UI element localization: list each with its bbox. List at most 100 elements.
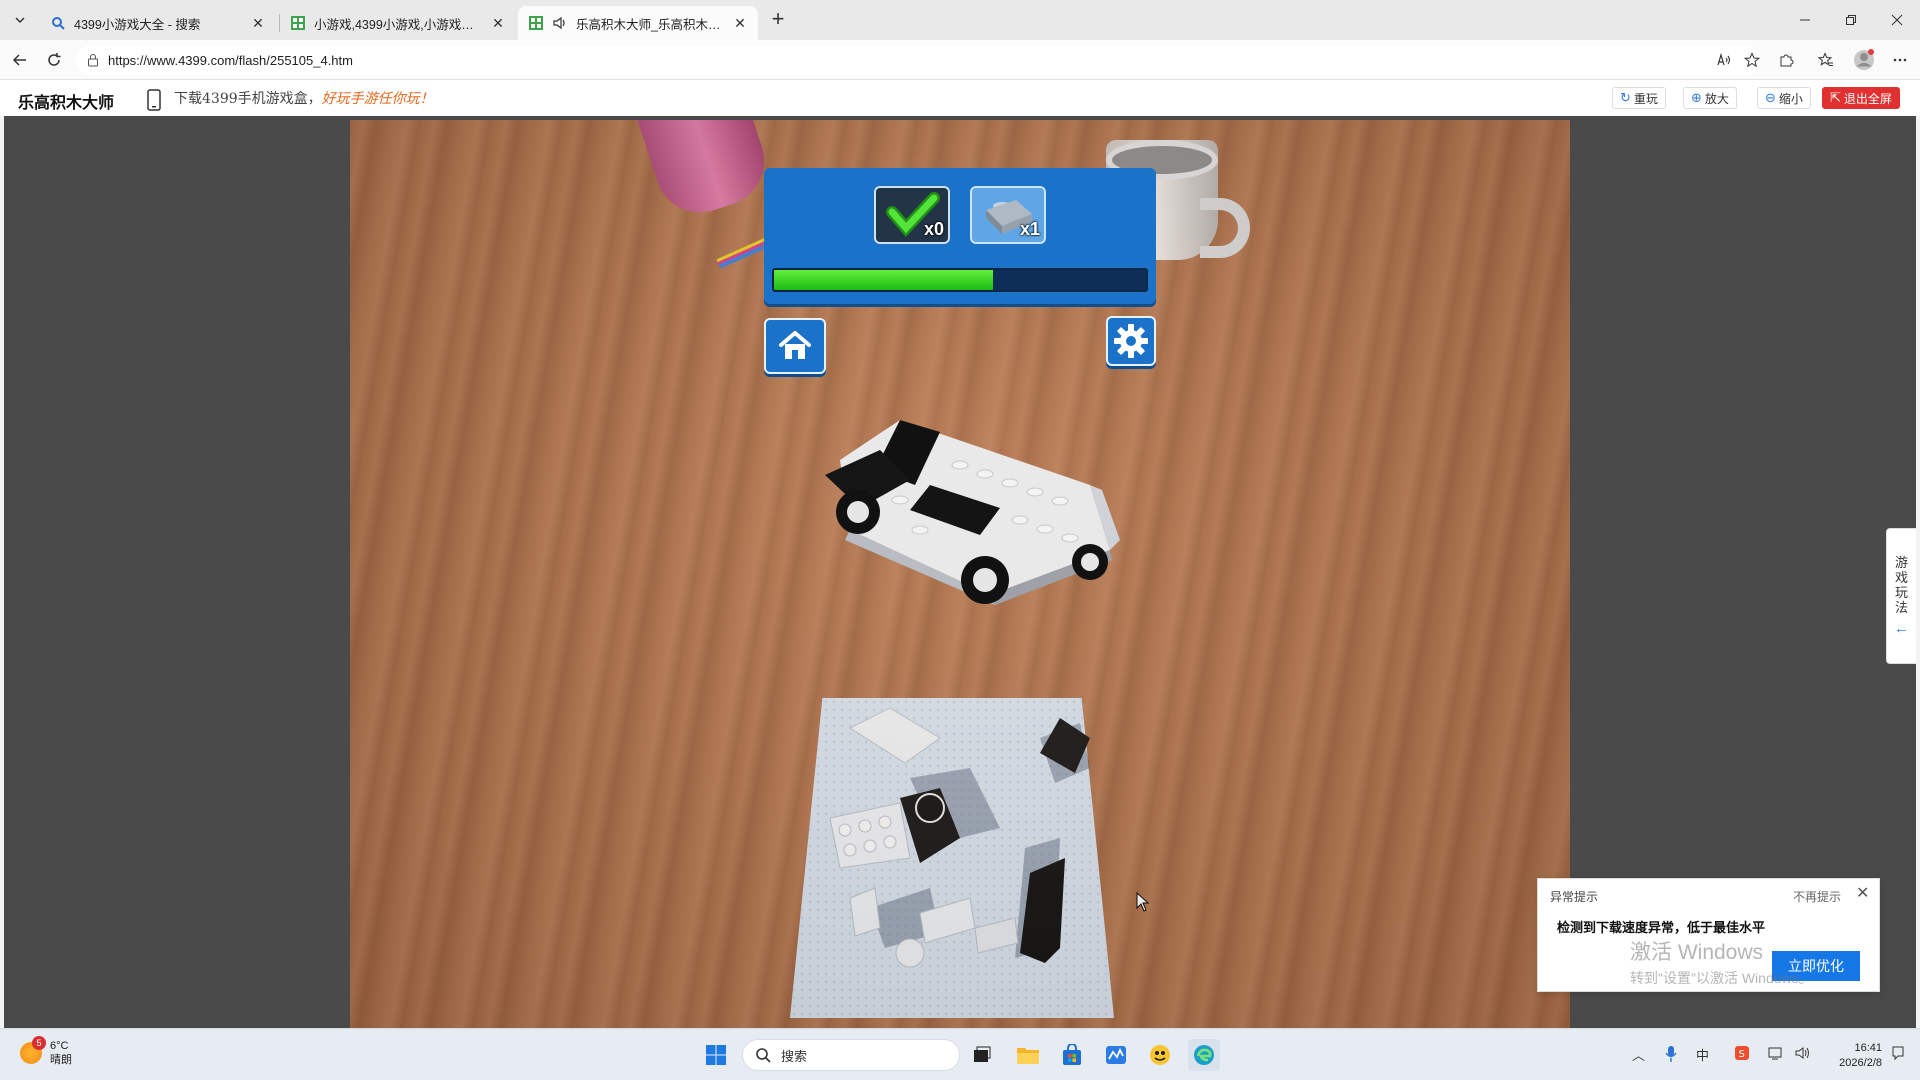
address-bar[interactable]: https://www.4399.com/flash/255105_4.htm xyxy=(76,45,1760,75)
zoom-in-button[interactable]: ⊕ 放大 xyxy=(1683,87,1737,109)
zoom-out-icon: ⊖ xyxy=(1765,90,1776,105)
loose-bricks[interactable] xyxy=(790,698,1114,1018)
favorite-button[interactable] xyxy=(1740,48,1764,72)
profile-button[interactable] xyxy=(1852,48,1876,72)
taskbar-search[interactable]: 搜索 xyxy=(742,1039,960,1071)
exit-fullscreen-label: 退出全屏 xyxy=(1843,91,1892,106)
tab-lego-game[interactable]: 乐高积木大师_乐高积木大师h5 ✕ xyxy=(518,6,758,40)
guide-char: 戏 xyxy=(1894,570,1908,585)
refresh-button[interactable] xyxy=(42,48,66,72)
watermark-line1: 激活 Windows xyxy=(1630,941,1764,964)
brick-counter: x1 xyxy=(970,186,1046,244)
task-view-icon xyxy=(974,1046,991,1062)
new-tab-button[interactable]: + xyxy=(766,8,790,32)
tab-strip: 4399小游戏大全 - 搜索 ✕ 小游戏,4399小游戏,小游戏大全,双人小游戏… xyxy=(0,0,1920,40)
edge-browser-button[interactable] xyxy=(1188,1039,1220,1071)
zoom-out-button[interactable]: ⊖ 缩小 xyxy=(1757,87,1811,109)
replay-label: 重玩 xyxy=(1633,91,1658,106)
pencils-prop xyxy=(716,237,770,269)
zoom-in-label: 放大 xyxy=(1704,91,1729,106)
chart-app-icon xyxy=(1106,1046,1126,1064)
speaker-icon[interactable] xyxy=(552,15,568,31)
guide-char: 玩 xyxy=(1894,585,1908,600)
promo-link[interactable]: 下载4399手机游戏盒， 好玩手游任你玩！ xyxy=(174,88,434,108)
windows-activation-watermark: 激活 Windows 转到"设置"以激活 Windows。 xyxy=(1630,936,1813,988)
folder-icon xyxy=(1017,1048,1039,1064)
extensions-button[interactable] xyxy=(1774,48,1798,72)
gear-icon xyxy=(1114,324,1148,358)
notification-title: 异常提示 xyxy=(1550,890,1599,904)
game-app-button[interactable] xyxy=(1144,1039,1176,1071)
exit-fullscreen-icon: ⇱ xyxy=(1830,90,1841,105)
favorites-list-button[interactable] xyxy=(1814,48,1838,72)
promo-highlight: 好玩手游任你玩！ xyxy=(321,91,434,107)
file-explorer-button[interactable] xyxy=(1012,1039,1044,1071)
clock-date: 2026/2/8 xyxy=(1839,1057,1882,1069)
whiteboard-app-button[interactable] xyxy=(1100,1039,1132,1071)
chevron-down-icon xyxy=(15,17,25,24)
windows-logo-icon xyxy=(706,1045,726,1065)
puzzle-icon xyxy=(1780,54,1794,67)
volume-icon[interactable] xyxy=(1794,1045,1812,1061)
store-button[interactable] xyxy=(1056,1039,1088,1071)
weather-condition: 晴朗 xyxy=(50,1054,72,1066)
restore-icon xyxy=(1846,15,1856,25)
game-canvas[interactable]: x0 x1 xyxy=(350,120,1570,1028)
hud-panel: x0 x1 xyxy=(764,168,1156,304)
build-progress-bar xyxy=(772,268,1148,292)
brick-count: x1 xyxy=(1019,219,1040,239)
home-icon xyxy=(779,331,811,359)
tab-title: 4399小游戏大全 - 搜索 xyxy=(74,17,201,32)
completed-counter: x0 xyxy=(874,186,950,244)
4399-icon xyxy=(291,16,305,30)
search-icon xyxy=(756,1048,771,1063)
guide-char: 游 xyxy=(1894,555,1908,570)
svg-text:S: S xyxy=(1739,1049,1745,1060)
game-mascot-icon xyxy=(1150,1045,1170,1065)
back-button[interactable] xyxy=(8,48,32,72)
mug-handle-prop xyxy=(1200,198,1250,258)
network-icon[interactable] xyxy=(1768,1045,1784,1061)
store-icon xyxy=(1063,1044,1081,1065)
home-button[interactable] xyxy=(764,318,826,374)
tab-search[interactable]: 4399小游戏大全 - 搜索 ✕ xyxy=(40,6,276,40)
system-clock[interactable]: 16:41 2026/2/8 xyxy=(1826,1041,1882,1071)
notifications-icon[interactable] xyxy=(1890,1045,1906,1061)
close-icon[interactable]: ✕ xyxy=(1856,883,1869,903)
show-hidden-icons-button[interactable]: ︿ xyxy=(1632,1045,1645,1064)
weather-widget[interactable]: 5 6°C 晴朗 xyxy=(20,1036,72,1067)
task-view-button[interactable] xyxy=(966,1039,998,1071)
build-progress-fill xyxy=(774,270,994,290)
tab-actions-menu-button[interactable] xyxy=(8,8,32,32)
do-not-show-again-link[interactable]: 不再提示 xyxy=(1793,888,1841,905)
search-placeholder: 搜索 xyxy=(781,1048,808,1064)
microphone-icon[interactable] xyxy=(1664,1045,1678,1063)
notification-message: 检测到下载速度异常，低于最佳水平 xyxy=(1557,920,1766,935)
tab-4399-home[interactable]: 小游戏,4399小游戏,小游戏大全,双人小游戏 ✕ xyxy=(280,6,516,40)
close-window-button[interactable] xyxy=(1874,6,1920,34)
url-text: https://www.4399.com/flash/255105_4.htm xyxy=(108,52,353,68)
settings-button[interactable] xyxy=(1106,316,1156,366)
refresh-icon xyxy=(48,53,61,66)
star-icon xyxy=(1744,52,1760,68)
close-tab-icon[interactable]: ✕ xyxy=(250,15,266,32)
sogou-ime-icon[interactable]: S xyxy=(1734,1045,1750,1061)
lego-car-model[interactable] xyxy=(820,390,1130,610)
exit-fullscreen-button[interactable]: ⇱ 退出全屏 xyxy=(1822,87,1900,109)
settings-more-button[interactable] xyxy=(1888,48,1912,72)
minimize-button[interactable] xyxy=(1782,6,1828,34)
restore-button[interactable] xyxy=(1828,6,1874,34)
close-tab-icon[interactable]: ✕ xyxy=(490,15,506,32)
pink-cup-prop xyxy=(634,120,776,225)
game-guide-tab[interactable]: 游 戏 玩 法 ← xyxy=(1886,528,1916,664)
completed-count: x0 xyxy=(923,219,944,239)
ime-indicator[interactable]: 中 xyxy=(1696,1045,1709,1064)
arrow-left-icon: ← xyxy=(1894,620,1909,637)
game-title: 乐高积木大师 xyxy=(18,95,115,112)
4399-icon xyxy=(529,16,543,30)
start-button[interactable] xyxy=(700,1039,732,1071)
close-tab-icon[interactable]: ✕ xyxy=(732,15,748,32)
replay-button[interactable]: ↻ 重玩 xyxy=(1612,87,1666,109)
mobile-phone-icon xyxy=(147,89,161,111)
read-aloud-button[interactable] xyxy=(1712,48,1736,72)
